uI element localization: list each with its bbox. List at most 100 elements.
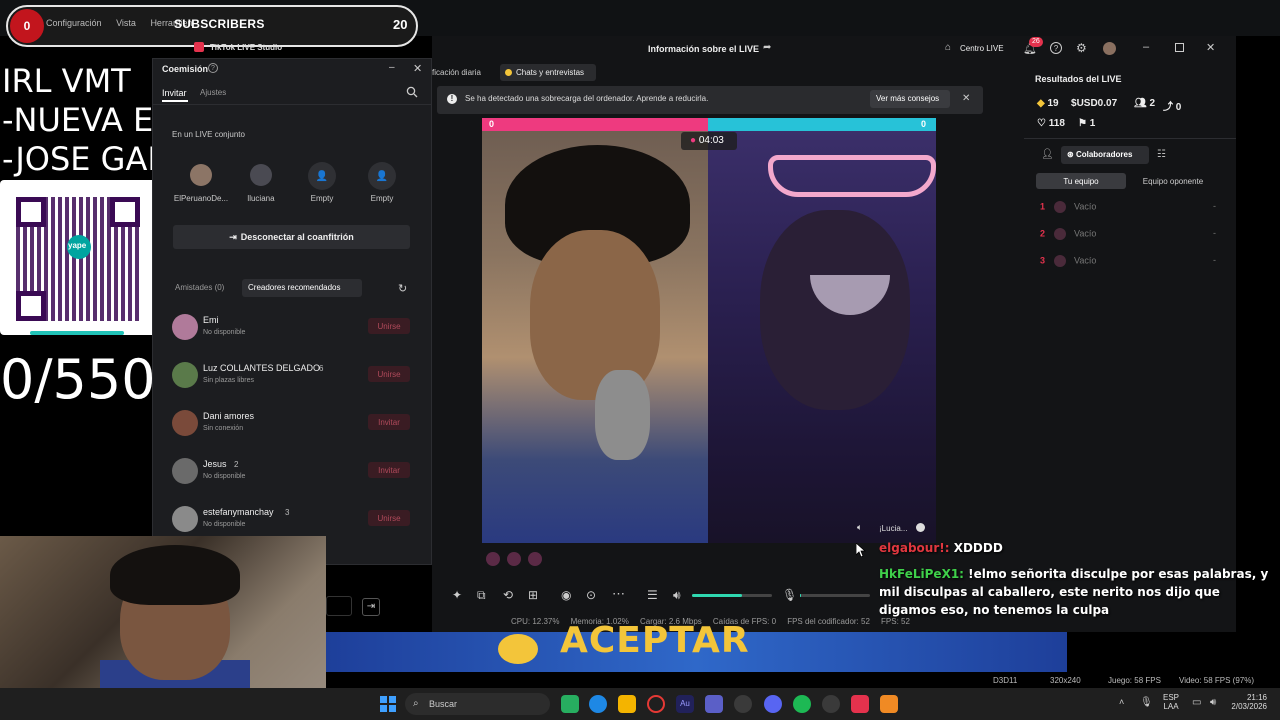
- join-button[interactable]: Unirse: [368, 510, 410, 526]
- friend-name: Dani amores: [203, 411, 255, 421]
- windows-start-icon[interactable]: [380, 696, 396, 712]
- adjust-sliders-icon[interactable]: ☰: [647, 588, 658, 602]
- close-icon[interactable]: ✕: [1206, 41, 1215, 54]
- minimize-icon[interactable]: –: [1143, 41, 1149, 53]
- volume-icon[interactable]: 🔊︎: [673, 588, 681, 603]
- add-source-icon[interactable]: ⊞: [528, 588, 538, 602]
- coemision-title: Coemisión: [162, 64, 209, 74]
- heart-icon: ♡: [1037, 118, 1046, 129]
- share-icon[interactable]: ➦: [763, 42, 771, 53]
- search-icon[interactable]: [406, 86, 418, 98]
- capture-icon[interactable]: ⊙: [586, 588, 596, 602]
- obs-icon[interactable]: [734, 695, 752, 713]
- mic-slider[interactable]: [800, 594, 870, 597]
- close-icon[interactable]: ✕: [413, 62, 422, 75]
- tiktok-live-taskbar-icon[interactable]: [851, 695, 869, 713]
- taskbar-search-box[interactable]: [405, 693, 550, 715]
- tab-invitar[interactable]: Invitar: [162, 88, 187, 98]
- app-icon[interactable]: [880, 695, 898, 713]
- viewers-value: 2: [1149, 98, 1156, 109]
- profile-avatar[interactable]: [1103, 42, 1116, 55]
- settings-gear-icon[interactable]: ⚙: [1076, 41, 1087, 55]
- more-icon[interactable]: ⋯: [612, 586, 625, 602]
- empty-seat-icon: [1053, 228, 1066, 240]
- tab-chats-entrevistas[interactable]: Chats y entrevistas: [516, 68, 584, 77]
- file-explorer-icon[interactable]: [618, 695, 636, 713]
- minimize-icon[interactable]: –: [389, 62, 395, 73]
- network-icon[interactable]: ▭: [1192, 697, 1201, 708]
- game-fps-label: Juego: 58 FPS: [1108, 676, 1161, 685]
- opera-icon[interactable]: [647, 695, 665, 713]
- tray-chevron-icon[interactable]: ˄: [1119, 697, 1124, 707]
- volume-icon[interactable]: 🔊︎: [1210, 697, 1216, 708]
- edge-icon[interactable]: [589, 695, 607, 713]
- tab-creadores-recomendados[interactable]: Creadores recomendados: [248, 283, 341, 292]
- live-info-title[interactable]: Información sobre el LIVE: [648, 44, 759, 54]
- team-slot-row: 3 Vacío -: [1040, 255, 1216, 267]
- slot-value: -: [1213, 201, 1216, 211]
- record-icon[interactable]: ◉: [561, 588, 571, 602]
- tab-tu-equipo[interactable]: Tu equipo: [1036, 173, 1126, 189]
- camera-switch-icon[interactable]: ⟲: [503, 588, 513, 602]
- spotify-icon[interactable]: [793, 695, 811, 713]
- friend-status: Sin conexión: [203, 425, 244, 432]
- menu-vista[interactable]: Vista: [116, 18, 136, 28]
- tab-equipo-oponente[interactable]: Equipo oponente: [1128, 173, 1218, 189]
- slot-index: 3: [1040, 255, 1046, 266]
- help-icon[interactable]: ?: [1050, 42, 1062, 54]
- slot-3[interactable]: 👤: [308, 162, 336, 190]
- friend-row: Emi No disponible Unirse: [172, 312, 412, 348]
- exit-panel-icon[interactable]: ⇥: [362, 598, 380, 616]
- likes-stat: ♡ 118: [1037, 118, 1065, 129]
- refresh-icon[interactable]: ↻: [398, 282, 407, 295]
- mic-icon[interactable]: 🎙︎: [782, 588, 797, 602]
- friend-name: Jesus: [203, 459, 227, 469]
- collab-icon: ⊛: [1067, 150, 1074, 159]
- layout-icon[interactable]: ⧉: [477, 588, 486, 603]
- clock-time: 21:16: [1246, 693, 1267, 702]
- audition-icon[interactable]: Au: [676, 695, 694, 713]
- tab-ajustes[interactable]: Ajustes: [200, 88, 226, 97]
- guest-name-label: ¡Lucia...: [879, 524, 908, 533]
- info-icon[interactable]: ?: [208, 63, 218, 73]
- chrome-icon[interactable]: [822, 695, 840, 713]
- panel-input[interactable]: [326, 596, 352, 616]
- add-user-icon[interactable]: 👤︎: [1041, 149, 1054, 160]
- guest-menu-icon[interactable]: [916, 523, 925, 532]
- subscribers-label: SUBSCRIBERS: [174, 17, 265, 31]
- whatsapp-icon[interactable]: [561, 695, 579, 713]
- slot-2[interactable]: [250, 164, 272, 186]
- tiktok-app-icon: [194, 42, 204, 52]
- home-icon[interactable]: ⌂: [945, 42, 951, 53]
- tab-amistades[interactable]: Amistades (0): [175, 283, 224, 292]
- speaker-icon[interactable]: 🔈︎: [857, 522, 862, 533]
- volume-slider[interactable]: [692, 594, 772, 597]
- join-button[interactable]: Unirse: [368, 318, 410, 334]
- slot-1[interactable]: [190, 164, 212, 186]
- breadcrumb-left[interactable]: ficación diaria: [432, 68, 481, 77]
- effects-wand-icon[interactable]: ✦: [452, 588, 462, 602]
- close-warning-icon[interactable]: ✕: [962, 93, 970, 104]
- discord-icon[interactable]: [764, 695, 782, 713]
- diamonds-value: 19: [1047, 98, 1059, 109]
- language-indicator[interactable]: ESP LAA: [1163, 693, 1179, 711]
- teams-icon[interactable]: [705, 695, 723, 713]
- maximize-icon[interactable]: [1175, 43, 1184, 52]
- yape-logo-text: yape: [68, 241, 87, 250]
- tray-mic-icon[interactable]: 🎙︎: [1140, 697, 1153, 708]
- clock[interactable]: 21:16 2/03/2026: [1227, 693, 1267, 711]
- slot-4[interactable]: 👤: [368, 162, 396, 190]
- team-slot-row: 1 Vacío -: [1040, 201, 1216, 213]
- tab-colaboradores[interactable]: ⊛ Colaboradores: [1067, 150, 1132, 159]
- centro-live-button[interactable]: Centro LIVE: [960, 44, 1004, 53]
- join-button[interactable]: Unirse: [368, 366, 410, 382]
- shares-value: 0: [1175, 102, 1182, 113]
- follower-icon: ⚑: [1078, 118, 1087, 129]
- invite-button[interactable]: Invitar: [368, 462, 410, 478]
- divider: [1024, 138, 1236, 139]
- menu-configuracion[interactable]: Configuración: [46, 18, 102, 28]
- disconnect-cohost-button[interactable]: ⇥ Desconectar al coanfitrión: [173, 225, 410, 249]
- invite-button[interactable]: Invitar: [368, 414, 410, 430]
- list-icon[interactable]: ☷: [1157, 149, 1166, 160]
- more-tips-button[interactable]: Ver más consejos: [876, 94, 939, 103]
